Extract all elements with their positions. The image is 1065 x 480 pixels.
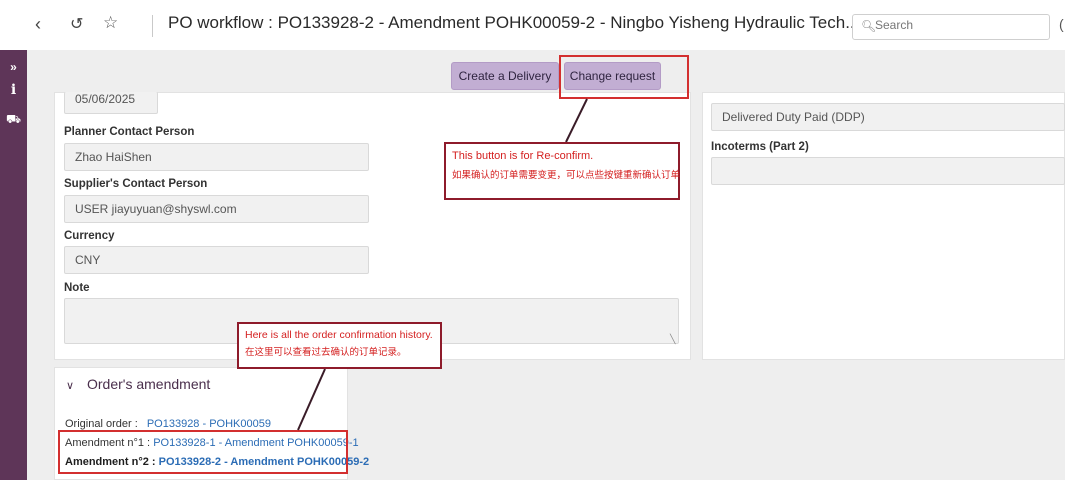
history-callout: Here is all the order confirmation histo…: [237, 322, 442, 369]
supplier-contact-label: Supplier's Contact Person: [64, 178, 208, 190]
incoterms2-field[interactable]: [711, 157, 1065, 185]
amendment-history-highlight: [58, 430, 348, 474]
supplier-contact-field[interactable]: USER jiayuyuan@shyswl.com: [64, 195, 369, 223]
star-icon[interactable]: ☆: [103, 13, 118, 33]
search-icon: 🔍︎: [861, 19, 877, 33]
resize-grip-icon[interactable]: ╲: [670, 334, 675, 345]
info-icon[interactable]: i: [0, 82, 27, 98]
note-label: Note: [64, 282, 90, 294]
reconfirm-callout: This button is for Re-confirm. 如果确认的订单需要…: [444, 142, 680, 200]
original-order-line: Original order : PO133928 - POHK00059: [65, 418, 271, 430]
history-callout-en: Here is all the order confirmation histo…: [245, 329, 433, 341]
amendment-title: Order's amendment: [87, 376, 211, 392]
original-order-label: Original order :: [65, 418, 138, 430]
currency-label: Currency: [64, 230, 115, 242]
reconfirm-callout-en: This button is for Re-confirm.: [452, 150, 594, 162]
currency-field[interactable]: CNY: [64, 246, 369, 274]
page-title: PO workflow : PO133928-2 - Amendment POH…: [168, 13, 860, 32]
topbar-divider: [152, 15, 153, 37]
right-panel-card: [702, 92, 1065, 360]
chevron-left-icon[interactable]: ‹: [35, 14, 41, 35]
change-request-highlight: [559, 55, 689, 99]
original-order-link[interactable]: PO133928 - POHK00059: [147, 418, 271, 430]
reconfirm-callout-cn: 如果确认的订单需要变更，可以点些按键重新确认订单: [452, 170, 681, 181]
history-callout-cn: 在这里可以查看过去确认的订单记录。: [245, 347, 407, 358]
planner-contact-field[interactable]: Zhao HaiShen: [64, 143, 369, 171]
chevron-down-icon[interactable]: ∨: [66, 379, 74, 392]
search-box[interactable]: 🔍︎: [852, 14, 1050, 40]
expand-icon[interactable]: »: [0, 60, 27, 74]
history-icon[interactable]: ↺: [70, 14, 83, 34]
incoterms-field[interactable]: Delivered Duty Paid (DDP): [711, 103, 1065, 131]
left-rail: » i ⛟: [0, 50, 27, 480]
topbar-edge-text: (: [1059, 16, 1064, 32]
search-input[interactable]: [875, 18, 1035, 32]
incoterms2-label: Incoterms (Part 2): [711, 141, 809, 153]
top-bar: ‹ ↺ ☆ PO workflow : PO133928-2 - Amendme…: [0, 0, 1065, 50]
truck-icon[interactable]: ⛟: [0, 112, 27, 128]
planner-contact-label: Planner Contact Person: [64, 126, 195, 138]
date-field[interactable]: 05/06/2025: [64, 92, 158, 114]
create-delivery-button[interactable]: Create a Delivery: [451, 62, 559, 90]
